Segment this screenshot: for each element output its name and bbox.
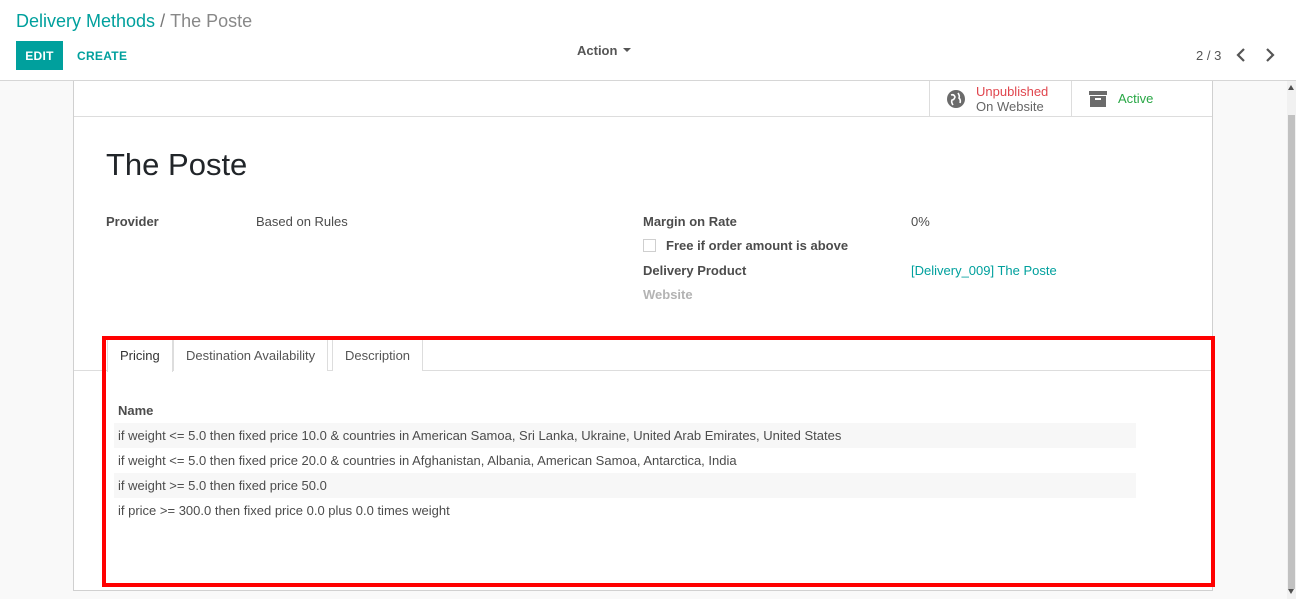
control-panel: Delivery Methods / The Poste EDIT CREATE A… [0, 0, 1296, 81]
tab-destination-availability[interactable]: Destination Availability [173, 339, 329, 371]
free-over-checkbox[interactable] [643, 239, 656, 252]
scroll-up-arrow-icon[interactable] [1288, 85, 1294, 90]
form-sheet: Unpublished On Website Active The Poste … [73, 81, 1213, 591]
chevron-right-icon [1266, 48, 1275, 62]
globe-icon [947, 89, 965, 108]
breadcrumb: Delivery Methods / The Poste [16, 11, 252, 32]
pricing-rules-list: if weight <= 5.0 then fixed price 10.0 &… [114, 423, 1136, 523]
tab-pricing[interactable]: Pricing [107, 339, 173, 372]
scrollbar-thumb[interactable] [1288, 115, 1295, 589]
pager-next-button[interactable] [1262, 46, 1278, 64]
website-publish-button[interactable]: Unpublished On Website [929, 81, 1071, 116]
pager-previous-button[interactable] [1234, 46, 1250, 64]
breadcrumb-delivery-methods[interactable]: Delivery Methods [16, 11, 155, 31]
breadcrumb-current: The Poste [170, 11, 253, 31]
create-button[interactable]: CREATE [71, 41, 133, 70]
tab-description[interactable]: Description [332, 339, 424, 371]
action-dropdown[interactable]: Action [577, 43, 632, 58]
archive-icon [1089, 90, 1107, 107]
caret-down-icon [623, 47, 632, 52]
table-row[interactable]: if weight <= 5.0 then fixed price 10.0 &… [114, 423, 1136, 448]
record-title: The Poste [106, 147, 248, 182]
provider-value: Based on Rules [256, 214, 348, 229]
pricing-column-header-name[interactable]: Name [118, 403, 153, 418]
chevron-left-icon [1236, 48, 1245, 62]
on-website-label: On Website [976, 98, 1044, 114]
delivery-product-link[interactable]: [Delivery_009] The Poste [911, 263, 1057, 278]
pager-value[interactable]: 2 / 3 [1196, 48, 1221, 63]
vertical-scrollbar[interactable] [1287, 81, 1296, 599]
margin-label: Margin on Rate [643, 214, 737, 229]
breadcrumb-separator: / [160, 11, 166, 31]
edit-button[interactable]: EDIT [16, 41, 63, 70]
table-row[interactable]: if weight >= 5.0 then fixed price 50.0 [114, 473, 1136, 498]
active-toggle-button[interactable]: Active [1071, 81, 1212, 116]
website-status-text: Unpublished On Website [976, 84, 1048, 114]
active-label: Active [1118, 91, 1154, 106]
unpublished-label: Unpublished [976, 83, 1049, 99]
scroll-down-arrow-icon[interactable] [1288, 589, 1294, 594]
margin-value: 0% [911, 214, 930, 229]
free-over-label: Free if order amount is above [666, 238, 849, 253]
provider-label: Provider [106, 214, 159, 229]
delivery-product-label: Delivery Product [643, 263, 747, 278]
action-label: Action [577, 43, 618, 58]
table-row[interactable]: if price >= 300.0 then fixed price 0.0 p… [114, 498, 1136, 523]
smart-button-box: Unpublished On Website Active [74, 81, 1212, 117]
website-label: Website [643, 287, 693, 302]
table-row[interactable]: if weight <= 5.0 then fixed price 20.0 &… [114, 448, 1136, 473]
